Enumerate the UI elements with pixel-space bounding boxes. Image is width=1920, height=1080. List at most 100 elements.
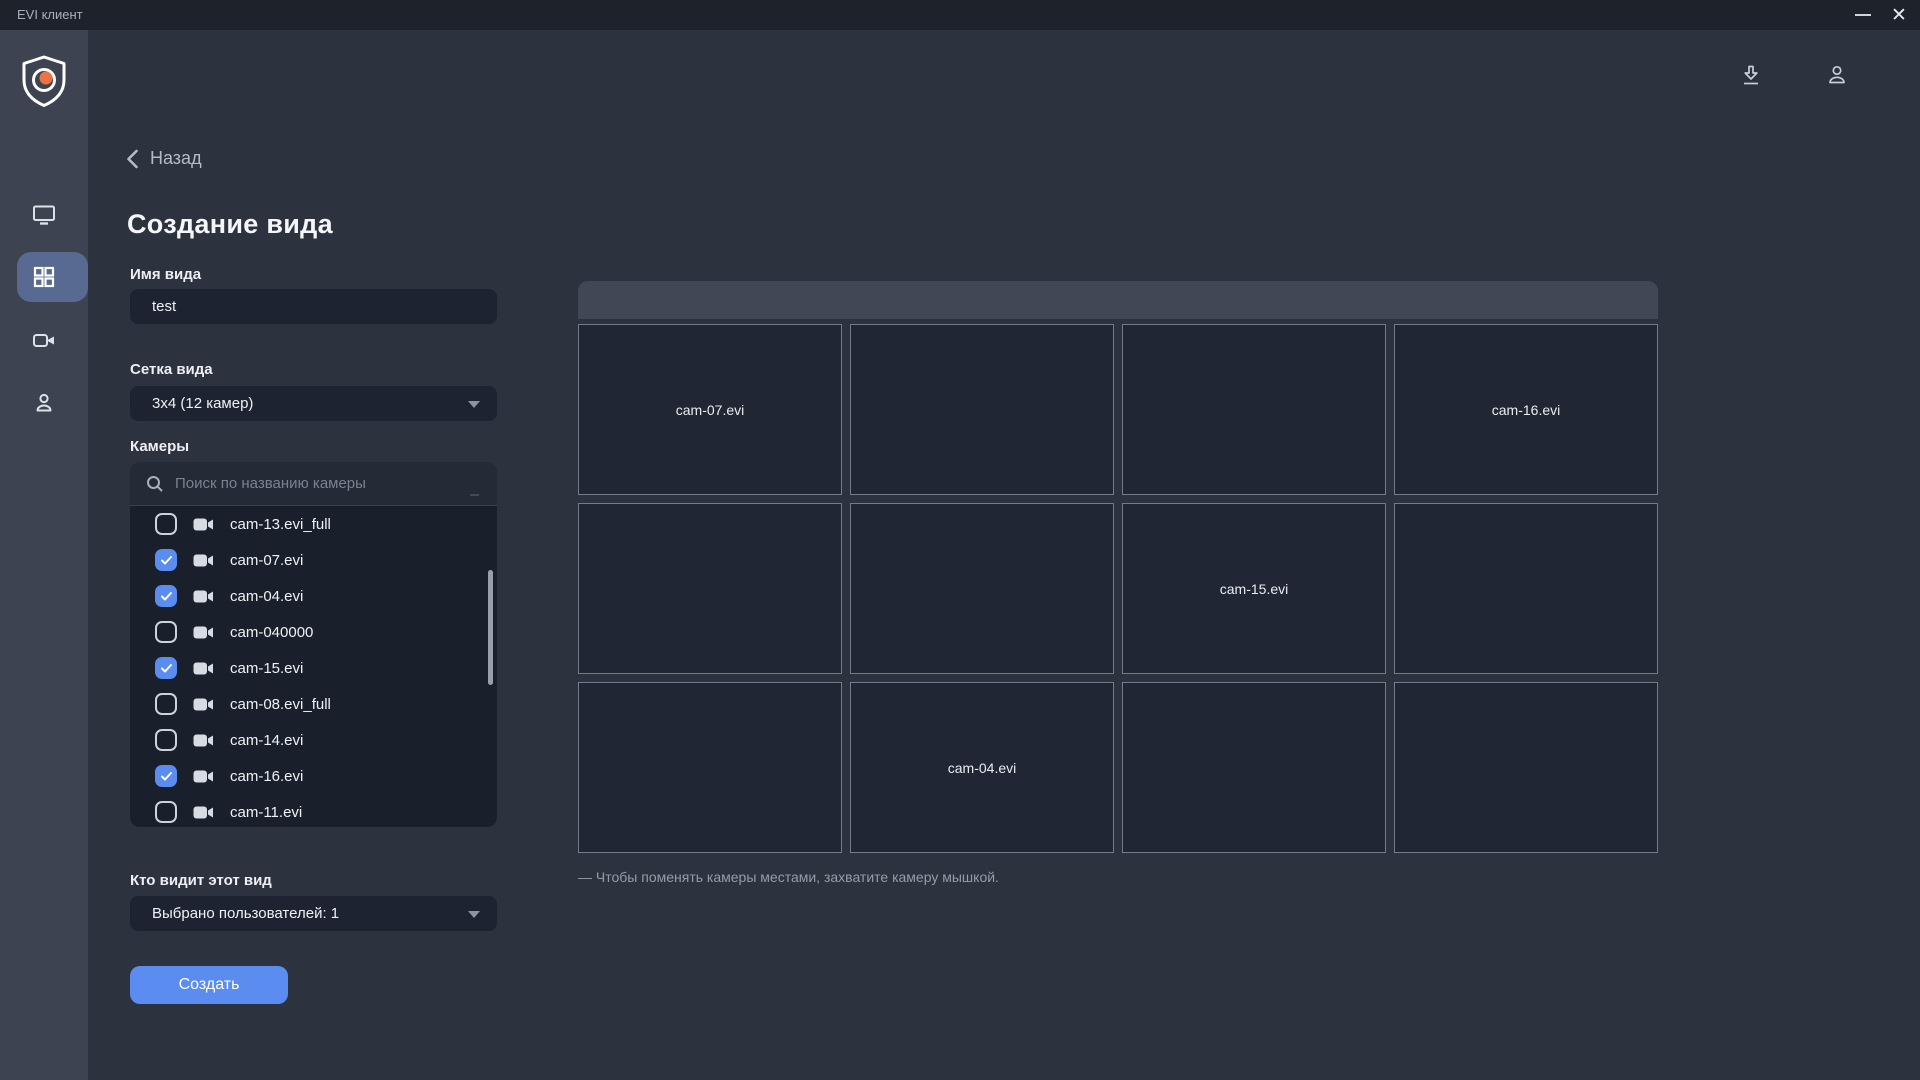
page-title: Создание вида <box>127 209 333 240</box>
video-camera-icon <box>193 769 214 784</box>
preview-cell-camera-name: cam-07.evi <box>676 402 744 418</box>
preview-grid-cell[interactable] <box>850 324 1114 495</box>
camera-list-item[interactable]: cam-15.evi <box>130 650 497 686</box>
camera-list-item[interactable]: cam-08.evi_full <box>130 686 497 722</box>
resize-grip-icon <box>470 494 479 496</box>
window-title: EVI клиент <box>17 0 83 30</box>
preview-grid-cell[interactable]: cam-16.evi <box>1394 324 1658 495</box>
check-icon <box>160 771 173 782</box>
preview-cell-camera-name: cam-16.evi <box>1492 402 1560 418</box>
camera-list-item[interactable]: cam-13.evi_full <box>130 506 497 542</box>
preview-grid-cell[interactable]: cam-04.evi <box>850 682 1114 853</box>
video-camera-icon <box>193 625 214 640</box>
camera-name: cam-15.evi <box>230 660 303 677</box>
chevron-left-icon <box>126 149 139 169</box>
shield-eye-logo-icon <box>20 55 68 107</box>
camera-list-item[interactable]: cam-14.evi <box>130 722 497 758</box>
camera-list-item[interactable]: cam-040000 <box>130 614 497 650</box>
camera-checkbox[interactable] <box>155 765 177 787</box>
camera-name: cam-16.evi <box>230 768 303 785</box>
sidebar <box>0 30 88 1080</box>
back-button[interactable]: Назад <box>126 148 202 169</box>
camera-search-bar <box>130 462 497 506</box>
camera-checkbox[interactable] <box>155 801 177 823</box>
search-icon <box>146 475 164 493</box>
camera-search-input[interactable] <box>175 475 481 492</box>
preview-hint: — Чтобы поменять камеры местами, захвати… <box>578 869 999 885</box>
download-icon[interactable] <box>1738 62 1764 88</box>
preview-grid-cell[interactable] <box>578 503 842 674</box>
camera-name: cam-13.evi_full <box>230 516 331 533</box>
name-label: Имя вида <box>130 266 201 283</box>
preview-cell-camera-name: cam-15.evi <box>1220 581 1288 597</box>
back-label: Назад <box>150 148 202 169</box>
video-camera-icon <box>193 517 214 532</box>
check-icon <box>160 591 173 602</box>
visibility-label: Кто видит этот вид <box>130 872 272 889</box>
video-camera-icon <box>193 697 214 712</box>
preview-grid-cell[interactable] <box>1394 682 1658 853</box>
preview-grid-cell[interactable]: cam-15.evi <box>1122 503 1386 674</box>
camera-checkbox[interactable] <box>155 513 177 535</box>
chevron-down-icon <box>468 401 480 408</box>
cameras-panel: cam-13.evi_full cam-07.evi cam-04.ev <box>130 462 497 827</box>
camera-checkbox[interactable] <box>155 657 177 679</box>
preview-grid-cell[interactable] <box>578 682 842 853</box>
preview-grid: cam-07.evi cam-16.evi cam-15.evi cam-04.… <box>578 324 1658 853</box>
camera-name: cam-14.evi <box>230 732 303 749</box>
camera-checkbox[interactable] <box>155 693 177 715</box>
minimize-icon <box>1855 14 1871 16</box>
preview-grid-header <box>578 281 1658 319</box>
video-camera-icon <box>31 327 58 354</box>
camera-checkbox[interactable] <box>155 549 177 571</box>
visibility-value: Выбрано пользователей: 1 <box>152 905 339 922</box>
grid-icon <box>31 264 57 290</box>
monitor-icon <box>31 202 57 228</box>
preview-grid-cell[interactable] <box>1122 324 1386 495</box>
video-camera-icon <box>193 589 214 604</box>
video-camera-icon <box>193 805 214 820</box>
video-camera-icon <box>193 553 214 568</box>
camera-list-item[interactable]: cam-04.evi <box>130 578 497 614</box>
grid-label: Сетка вида <box>130 361 213 378</box>
minimize-button[interactable] <box>1848 0 1878 30</box>
grid-size-value: 3x4 (12 камер) <box>152 395 253 412</box>
camera-checkbox[interactable] <box>155 621 177 643</box>
camera-list-item[interactable]: cam-16.evi <box>130 758 497 794</box>
camera-list-item[interactable]: cam-11.evi <box>130 794 497 827</box>
camera-checkbox[interactable] <box>155 585 177 607</box>
close-button[interactable]: ✕ <box>1884 0 1914 30</box>
grid-size-select[interactable]: 3x4 (12 камер) <box>130 386 497 421</box>
user-icon[interactable] <box>1824 62 1850 88</box>
app-window: EVI клиент ✕ <box>0 0 1920 1080</box>
title-bar: EVI клиент ✕ <box>0 0 1920 30</box>
check-icon <box>160 555 173 566</box>
video-camera-icon <box>193 733 214 748</box>
chevron-down-icon <box>468 911 480 918</box>
person-icon <box>31 390 57 416</box>
preview-grid-cell[interactable] <box>1122 682 1386 853</box>
sidebar-item-cameras[interactable] <box>0 315 88 365</box>
preview-cell-camera-name: cam-04.evi <box>948 760 1016 776</box>
cameras-label: Камеры <box>130 438 189 455</box>
visibility-select[interactable]: Выбрано пользователей: 1 <box>130 896 497 931</box>
check-icon <box>160 663 173 674</box>
camera-list-scrollbar[interactable] <box>488 570 493 685</box>
preview-grid-cell[interactable] <box>1394 503 1658 674</box>
camera-name: cam-040000 <box>230 624 313 641</box>
camera-name: cam-08.evi_full <box>230 696 331 713</box>
camera-name: cam-07.evi <box>230 552 303 569</box>
camera-name: cam-04.evi <box>230 588 303 605</box>
sidebar-item-users[interactable] <box>0 378 88 428</box>
preview-grid-cell[interactable]: cam-07.evi <box>578 324 842 495</box>
camera-list: cam-13.evi_full cam-07.evi cam-04.ev <box>130 506 497 827</box>
camera-list-item[interactable]: cam-07.evi <box>130 542 497 578</box>
camera-checkbox[interactable] <box>155 729 177 751</box>
preview-grid-cell[interactable] <box>850 503 1114 674</box>
create-button[interactable]: Создать <box>130 966 288 1004</box>
sidebar-item-views[interactable] <box>0 252 88 302</box>
view-name-input[interactable] <box>130 289 497 324</box>
sidebar-item-monitor[interactable] <box>0 190 88 240</box>
camera-name: cam-11.evi <box>230 804 302 821</box>
video-camera-icon <box>193 661 214 676</box>
